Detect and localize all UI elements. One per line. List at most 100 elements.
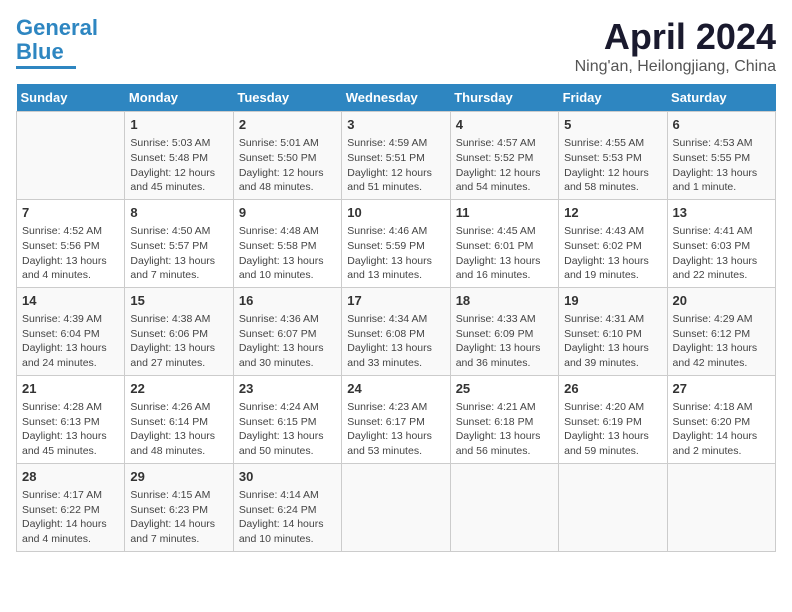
calendar-table: SundayMondayTuesdayWednesdayThursdayFrid… xyxy=(16,84,776,552)
calendar-cell: 14 Sunrise: 4:39 AM Sunset: 6:04 PM Dayli… xyxy=(17,287,125,375)
location-title: Ning'an, Heilongjiang, China xyxy=(575,58,776,76)
day-number: 18 xyxy=(456,292,553,310)
calendar-cell: 17 Sunrise: 4:34 AM Sunset: 6:08 PM Dayli… xyxy=(342,287,450,375)
calendar-cell xyxy=(17,112,125,200)
day-number: 27 xyxy=(673,380,770,398)
calendar-cell: 23 Sunrise: 4:24 AM Sunset: 6:15 PM Dayli… xyxy=(233,375,341,463)
header-cell-sunday: Sunday xyxy=(17,84,125,112)
header-cell-wednesday: Wednesday xyxy=(342,84,450,112)
calendar-week-4: 21Sunrise: 4:28 AM Sunset: 6:13 PM Dayli… xyxy=(17,375,776,463)
day-number: 24 xyxy=(347,380,444,398)
cell-info: Sunrise: 4:52 AM Sunset: 5:56 PM Dayligh… xyxy=(22,224,119,283)
cell-info: Sunrise: 4:24 AM Sunset: 6:15 PM Dayligh… xyxy=(239,400,336,459)
day-number: 19 xyxy=(564,292,661,310)
month-title: April 2024 xyxy=(575,16,776,58)
calendar-cell: 15 Sunrise: 4:38 AM Sunset: 6:06 PM Dayli… xyxy=(125,287,233,375)
logo-general: General xyxy=(16,15,98,40)
cell-info: Sunrise: 5:03 AM Sunset: 5:48 PM Dayligh… xyxy=(130,136,227,195)
cell-info: Sunrise: 4:33 AM Sunset: 6:09 PM Dayligh… xyxy=(456,312,553,371)
calendar-week-5: 28Sunrise: 4:17 AM Sunset: 6:22 PM Dayli… xyxy=(17,463,776,551)
cell-info: Sunrise: 4:55 AM Sunset: 5:53 PM Dayligh… xyxy=(564,136,661,195)
day-number: 28 xyxy=(22,468,119,486)
calendar-cell: 22 Sunrise: 4:26 AM Sunset: 6:14 PM Dayli… xyxy=(125,375,233,463)
cell-info: Sunrise: 5:01 AM Sunset: 5:50 PM Dayligh… xyxy=(239,136,336,195)
day-number: 12 xyxy=(564,204,661,222)
calendar-cell: 3Sunrise: 4:59 AM Sunset: 5:51 PM Daylig… xyxy=(342,112,450,200)
day-number: 3 xyxy=(347,116,444,134)
day-number: 1 xyxy=(130,116,227,134)
cell-info: Sunrise: 4:26 AM Sunset: 6:14 PM Dayligh… xyxy=(130,400,227,459)
calendar-cell xyxy=(667,463,775,551)
calendar-cell: 11Sunrise: 4:45 AM Sunset: 6:01 PM Dayli… xyxy=(450,199,558,287)
cell-info: Sunrise: 4:38 AM Sunset: 6:06 PM Dayligh… xyxy=(130,312,227,371)
calendar-cell: 27Sunrise: 4:18 AM Sunset: 6:20 PM Dayli… xyxy=(667,375,775,463)
calendar-cell: 8 Sunrise: 4:50 AM Sunset: 5:57 PM Daylig… xyxy=(125,199,233,287)
calendar-cell: 16Sunrise: 4:36 AM Sunset: 6:07 PM Dayli… xyxy=(233,287,341,375)
calendar-cell: 6 Sunrise: 4:53 AM Sunset: 5:55 PM Daylig… xyxy=(667,112,775,200)
calendar-cell: 30 Sunrise: 4:14 AM Sunset: 6:24 PM Dayli… xyxy=(233,463,341,551)
cell-info: Sunrise: 4:57 AM Sunset: 5:52 PM Dayligh… xyxy=(456,136,553,195)
header-cell-friday: Friday xyxy=(559,84,667,112)
calendar-header-row: SundayMondayTuesdayWednesdayThursdayFrid… xyxy=(17,84,776,112)
logo: General Blue xyxy=(16,16,98,69)
day-number: 17 xyxy=(347,292,444,310)
logo-blue: Blue xyxy=(16,39,64,64)
day-number: 7 xyxy=(22,204,119,222)
calendar-cell: 24 Sunrise: 4:23 AM Sunset: 6:17 PM Dayli… xyxy=(342,375,450,463)
cell-info: Sunrise: 4:23 AM Sunset: 6:17 PM Dayligh… xyxy=(347,400,444,459)
cell-info: Sunrise: 4:45 AM Sunset: 6:01 PM Dayligh… xyxy=(456,224,553,283)
header-cell-tuesday: Tuesday xyxy=(233,84,341,112)
calendar-cell: 12 Sunrise: 4:43 AM Sunset: 6:02 PM Dayli… xyxy=(559,199,667,287)
cell-info: Sunrise: 4:53 AM Sunset: 5:55 PM Dayligh… xyxy=(673,136,770,195)
day-number: 8 xyxy=(130,204,227,222)
day-number: 22 xyxy=(130,380,227,398)
calendar-cell: 18 Sunrise: 4:33 AM Sunset: 6:09 PM Dayli… xyxy=(450,287,558,375)
day-number: 20 xyxy=(673,292,770,310)
calendar-cell: 2Sunrise: 5:01 AM Sunset: 5:50 PM Daylig… xyxy=(233,112,341,200)
cell-info: Sunrise: 4:46 AM Sunset: 5:59 PM Dayligh… xyxy=(347,224,444,283)
calendar-cell: 5 Sunrise: 4:55 AM Sunset: 5:53 PM Daylig… xyxy=(559,112,667,200)
header-cell-saturday: Saturday xyxy=(667,84,775,112)
cell-info: Sunrise: 4:31 AM Sunset: 6:10 PM Dayligh… xyxy=(564,312,661,371)
cell-info: Sunrise: 4:20 AM Sunset: 6:19 PM Dayligh… xyxy=(564,400,661,459)
day-number: 9 xyxy=(239,204,336,222)
day-number: 29 xyxy=(130,468,227,486)
day-number: 26 xyxy=(564,380,661,398)
calendar-cell xyxy=(342,463,450,551)
header: General Blue April 2024 Ning'an, Heilong… xyxy=(16,16,776,76)
title-area: April 2024 Ning'an, Heilongjiang, China xyxy=(575,16,776,76)
day-number: 10 xyxy=(347,204,444,222)
day-number: 6 xyxy=(673,116,770,134)
calendar-cell xyxy=(450,463,558,551)
calendar-cell xyxy=(559,463,667,551)
calendar-week-2: 7 Sunrise: 4:52 AM Sunset: 5:56 PM Daylig… xyxy=(17,199,776,287)
day-number: 14 xyxy=(22,292,119,310)
cell-info: Sunrise: 4:50 AM Sunset: 5:57 PM Dayligh… xyxy=(130,224,227,283)
cell-info: Sunrise: 4:34 AM Sunset: 6:08 PM Dayligh… xyxy=(347,312,444,371)
calendar-cell: 20 Sunrise: 4:29 AM Sunset: 6:12 PM Dayli… xyxy=(667,287,775,375)
calendar-cell: 9Sunrise: 4:48 AM Sunset: 5:58 PM Daylig… xyxy=(233,199,341,287)
day-number: 21 xyxy=(22,380,119,398)
cell-info: Sunrise: 4:41 AM Sunset: 6:03 PM Dayligh… xyxy=(673,224,770,283)
cell-info: Sunrise: 4:21 AM Sunset: 6:18 PM Dayligh… xyxy=(456,400,553,459)
calendar-week-3: 14 Sunrise: 4:39 AM Sunset: 6:04 PM Dayli… xyxy=(17,287,776,375)
cell-info: Sunrise: 4:14 AM Sunset: 6:24 PM Dayligh… xyxy=(239,488,336,547)
day-number: 5 xyxy=(564,116,661,134)
calendar-cell: 10 Sunrise: 4:46 AM Sunset: 5:59 PM Dayli… xyxy=(342,199,450,287)
day-number: 13 xyxy=(673,204,770,222)
day-number: 30 xyxy=(239,468,336,486)
calendar-week-1: 1 Sunrise: 5:03 AM Sunset: 5:48 PM Daylig… xyxy=(17,112,776,200)
calendar-cell: 29Sunrise: 4:15 AM Sunset: 6:23 PM Dayli… xyxy=(125,463,233,551)
cell-info: Sunrise: 4:29 AM Sunset: 6:12 PM Dayligh… xyxy=(673,312,770,371)
header-cell-thursday: Thursday xyxy=(450,84,558,112)
day-number: 16 xyxy=(239,292,336,310)
calendar-cell: 28Sunrise: 4:17 AM Sunset: 6:22 PM Dayli… xyxy=(17,463,125,551)
day-number: 23 xyxy=(239,380,336,398)
cell-info: Sunrise: 4:43 AM Sunset: 6:02 PM Dayligh… xyxy=(564,224,661,283)
calendar-cell: 21Sunrise: 4:28 AM Sunset: 6:13 PM Dayli… xyxy=(17,375,125,463)
day-number: 25 xyxy=(456,380,553,398)
calendar-cell: 19 Sunrise: 4:31 AM Sunset: 6:10 PM Dayli… xyxy=(559,287,667,375)
day-number: 15 xyxy=(130,292,227,310)
calendar-cell: 7 Sunrise: 4:52 AM Sunset: 5:56 PM Daylig… xyxy=(17,199,125,287)
cell-info: Sunrise: 4:39 AM Sunset: 6:04 PM Dayligh… xyxy=(22,312,119,371)
